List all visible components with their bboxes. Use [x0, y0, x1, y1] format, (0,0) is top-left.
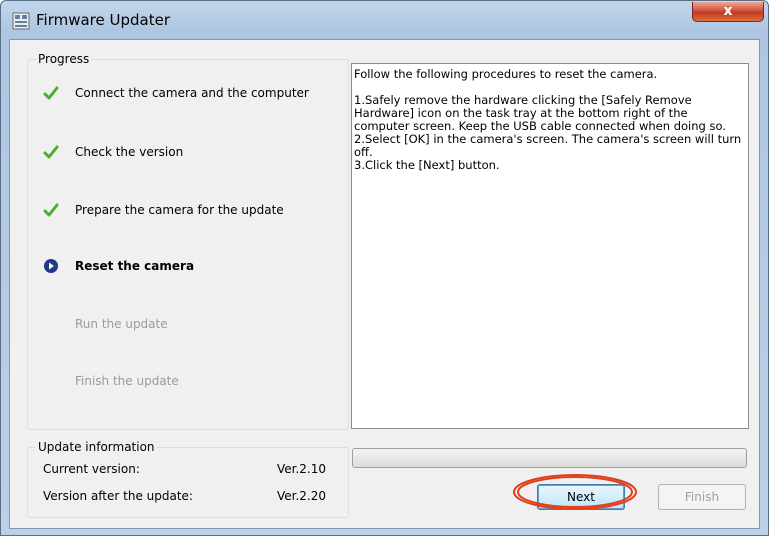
- arrow-circle-icon: [44, 259, 58, 273]
- progress-step-label: Finish the update: [75, 374, 179, 388]
- update-progress-bar: [352, 448, 747, 468]
- current-version-value: Ver.2.10: [276, 462, 326, 476]
- next-button[interactable]: Next: [537, 484, 625, 510]
- progress-step: Reset the camera: [28, 257, 338, 277]
- updater-app-icon: [12, 12, 30, 30]
- instruction-item: 3.Click the [Next] button.: [354, 158, 500, 172]
- current-version-label: Current version:: [43, 462, 140, 476]
- progress-step-label: Run the update: [75, 317, 168, 331]
- progress-step: Check the version: [28, 143, 338, 163]
- check-mark-icon: [43, 203, 59, 217]
- progress-step-label: Prepare the camera for the update: [75, 203, 284, 217]
- updater-window: Firmware Updater x Progress Connect the …: [0, 0, 769, 536]
- update-info-group: Update information Current version: Ver.…: [27, 440, 349, 518]
- instruction-item: 1.Safely remove the hardware clicking th…: [354, 93, 726, 133]
- progress-group: Progress Connect the camera and the comp…: [27, 52, 349, 430]
- progress-step: Run the update: [28, 315, 338, 335]
- progress-step-label: Check the version: [75, 145, 184, 159]
- instructions-panel[interactable]: Follow the following procedures to reset…: [351, 63, 749, 429]
- window-title: Firmware Updater: [36, 11, 171, 29]
- close-icon: x: [723, 3, 733, 19]
- close-button[interactable]: x: [692, 2, 764, 22]
- progress-step: Prepare the camera for the update: [28, 201, 338, 221]
- update-info-heading: Update information: [36, 440, 157, 454]
- progress-step: Finish the update: [28, 372, 338, 392]
- instructions-intro: Follow the following procedures to reset…: [354, 67, 658, 81]
- progress-step-label: Reset the camera: [75, 259, 195, 273]
- check-mark-icon: [43, 86, 59, 100]
- new-version-row: Version after the update: Ver.2.20: [43, 489, 341, 503]
- progress-step-label: Connect the camera and the computer: [75, 86, 309, 100]
- title-bar[interactable]: Firmware Updater x: [1, 1, 768, 41]
- dialog-body: Progress Connect the camera and the comp…: [9, 39, 760, 529]
- check-mark-icon: [43, 145, 59, 159]
- progress-step: Connect the camera and the computer: [28, 84, 338, 104]
- progress-heading: Progress: [36, 52, 92, 66]
- instruction-item: 2.Select [OK] in the camera's screen. Th…: [354, 132, 742, 159]
- finish-button[interactable]: Finish: [658, 484, 746, 510]
- new-version-label: Version after the update:: [43, 489, 193, 503]
- new-version-value: Ver.2.20: [276, 489, 326, 503]
- current-version-row: Current version: Ver.2.10: [43, 462, 341, 476]
